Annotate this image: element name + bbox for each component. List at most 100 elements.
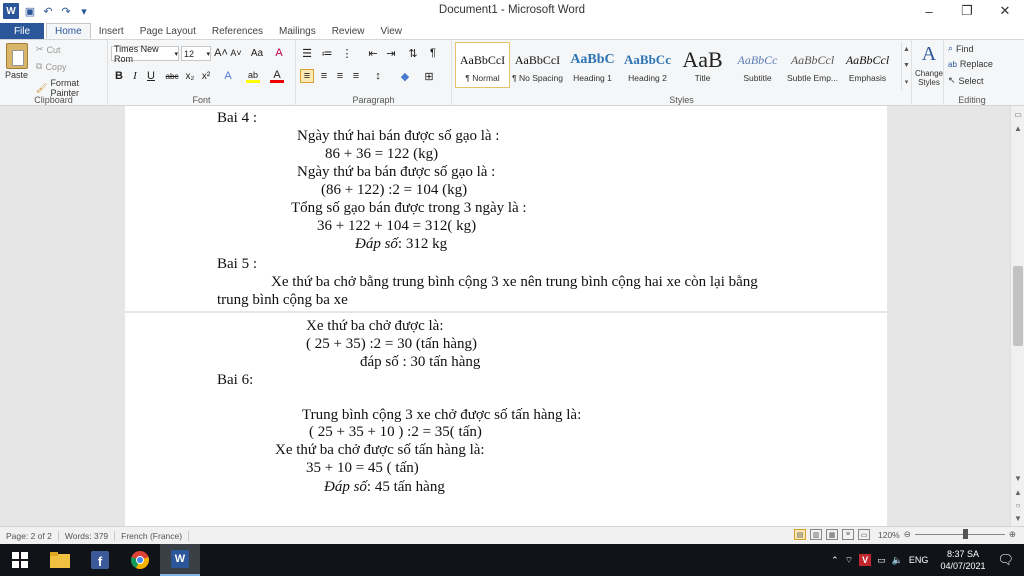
copy-button[interactable]: ⧉ Copy [36,61,66,72]
styles-scroll[interactable]: ▲ ▼ ▾ [901,42,911,90]
italic-button[interactable]: I [128,69,142,83]
style-heading-1[interactable]: AaBbC Heading 1 [565,42,620,88]
more-styles-icon[interactable]: ▾ [905,78,909,86]
underline-button[interactable]: U [144,69,158,83]
shading-icon[interactable]: ◆ [398,69,412,83]
word-logo-icon[interactable]: W [3,3,19,19]
line-spacing-icon[interactable]: ↕ [371,69,385,83]
scroll-up-icon[interactable]: ▲ [1012,122,1024,134]
show-formatting-icon[interactable]: ¶ [426,46,440,60]
strikethrough-button[interactable]: abc [163,69,181,83]
superscript-button[interactable]: x² [199,69,213,83]
save-icon[interactable]: ▣ [23,4,37,18]
antivirus-icon[interactable]: V [859,554,872,566]
zoom-slider-knob[interactable] [962,529,968,539]
file-explorer-icon[interactable] [40,544,80,576]
previous-page-icon[interactable]: ▲ [1012,486,1024,498]
font-name-select[interactable]: Times New Rom ▾ [111,44,179,64]
language-indicator[interactable]: French (France) [115,530,190,541]
style-heading-2[interactable]: AaBbCc Heading 2 [620,42,675,88]
decrease-indent-icon[interactable]: ⇤ [366,46,380,60]
font-size-select[interactable]: 12 ▾ [181,46,211,61]
tab-view[interactable]: View [373,23,411,39]
align-left-icon[interactable]: ≡ [300,69,314,83]
page-count[interactable]: Page: 2 of 2 [0,530,59,541]
zoom-out-icon[interactable]: ⊖ [904,529,911,540]
battery-icon[interactable]: ▭ [877,555,886,566]
zoom-slider[interactable] [914,529,1005,539]
customize-qat-icon[interactable]: ▾ [77,4,91,18]
minimize-button[interactable]: – [910,0,948,22]
word-count[interactable]: Words: 379 [59,530,116,541]
select-button[interactable]: ↖ Select [948,75,984,86]
change-styles-button[interactable]: A Change Styles [914,43,944,87]
tab-page-layout[interactable]: Page Layout [132,23,204,39]
start-icon[interactable] [0,544,40,576]
increase-indent-icon[interactable]: ⇥ [384,46,398,60]
document-page-1[interactable]: Bai 4 : Ngày thứ hai bán được số gạo là … [125,106,887,311]
zoom-in-icon[interactable]: ⊕ [1009,529,1016,540]
tab-mailings[interactable]: Mailings [271,23,324,39]
browse-object-icon[interactable]: ○ [1012,499,1024,511]
word-icon[interactable]: W [160,544,200,576]
network-icon[interactable]: ⌔ [845,555,853,566]
grow-font-button[interactable]: A˄ [214,46,228,60]
print-layout-icon[interactable]: ▤ [794,529,806,540]
draft-icon[interactable]: ▭ [858,529,870,540]
zoom-level[interactable]: 120% [878,530,900,540]
sort-icon[interactable]: ⇅ [406,46,420,60]
subscript-button[interactable]: x₂ [183,69,197,83]
style-emphasis[interactable]: AaBbCcl Emphasis [840,42,895,88]
change-case-button[interactable]: Aa [247,46,267,60]
clock[interactable]: 8:37 SA 04/07/2021 [934,548,991,572]
chrome-icon[interactable] [120,544,160,576]
bullets-icon[interactable]: ☰ [300,46,314,60]
style-no-spacing[interactable]: AaBbCcI ¶ No Spacing [510,42,565,88]
align-right-icon[interactable]: ≡ [333,69,347,83]
style-subtitle[interactable]: AaBbCc Subtitle [730,42,785,88]
justify-icon[interactable]: ≡ [349,69,363,83]
shrink-font-button[interactable]: A˅ [229,46,243,60]
style-normal[interactable]: AaBbCcI ¶ Normal [455,42,510,88]
tab-references[interactable]: References [204,23,271,39]
full-screen-reading-icon[interactable]: ▥ [810,529,822,540]
tab-file[interactable]: File [0,23,44,39]
clear-formatting-button[interactable]: A [272,46,286,60]
align-center-icon[interactable]: ≡ [317,69,331,83]
cut-button[interactable]: ✂ Cut [36,44,61,55]
bold-button[interactable]: B [112,69,126,83]
font-color-button[interactable]: A [270,69,284,83]
volume-icon[interactable]: 🔈 [892,555,903,566]
paste-button[interactable]: Paste [5,43,28,80]
scroll-thumb[interactable] [1013,266,1023,346]
scroll-up-icon[interactable]: ▲ [903,46,910,53]
tab-review[interactable]: Review [324,23,373,39]
document-area[interactable]: Bai 4 : Ngày thứ hai bán được số gạo là … [0,106,1010,526]
language-indicator[interactable]: ENG [909,555,929,565]
style-title[interactable]: AaB Title [675,42,730,88]
undo-icon[interactable]: ↶ [41,4,55,18]
highlight-button[interactable]: ab [246,69,260,83]
document-page-2[interactable]: Xe thứ ba chở được là: ( 25 + 35) :2 = 3… [125,313,887,526]
scroll-down-icon[interactable]: ▼ [903,62,910,69]
text-effects-button[interactable]: A [221,69,235,83]
find-button[interactable]: ⌕ Find [948,43,974,54]
borders-icon[interactable]: ⊞ [422,69,436,83]
redo-icon[interactable]: ↷ [59,4,73,18]
scroll-down-icon[interactable]: ▼ [1012,472,1024,484]
outline-icon[interactable]: ≡ [842,529,854,540]
replace-button[interactable]: ab Replace [948,59,993,69]
tab-home[interactable]: Home [46,23,91,39]
ruler-toggle-icon[interactable]: ▭ [1012,108,1024,120]
notifications-icon[interactable]: 🗨 [997,552,1024,568]
numbering-icon[interactable]: ≔ [320,46,334,60]
close-button[interactable]: ✕ [986,0,1024,22]
multilevel-list-icon[interactable]: ⋮ [340,46,354,60]
vertical-scrollbar[interactable]: ▭ ▲ ▼ ▲ ○ ▼ [1010,106,1024,526]
next-page-icon[interactable]: ▼ [1012,512,1024,524]
facebook-icon[interactable]: f [80,544,120,576]
tab-insert[interactable]: Insert [91,23,132,39]
web-layout-icon[interactable]: ▦ [826,529,838,540]
style-subtle-emp[interactable]: AaBbCcl Subtle Emp... [785,42,840,88]
maximize-button[interactable]: ❐ [948,0,986,22]
